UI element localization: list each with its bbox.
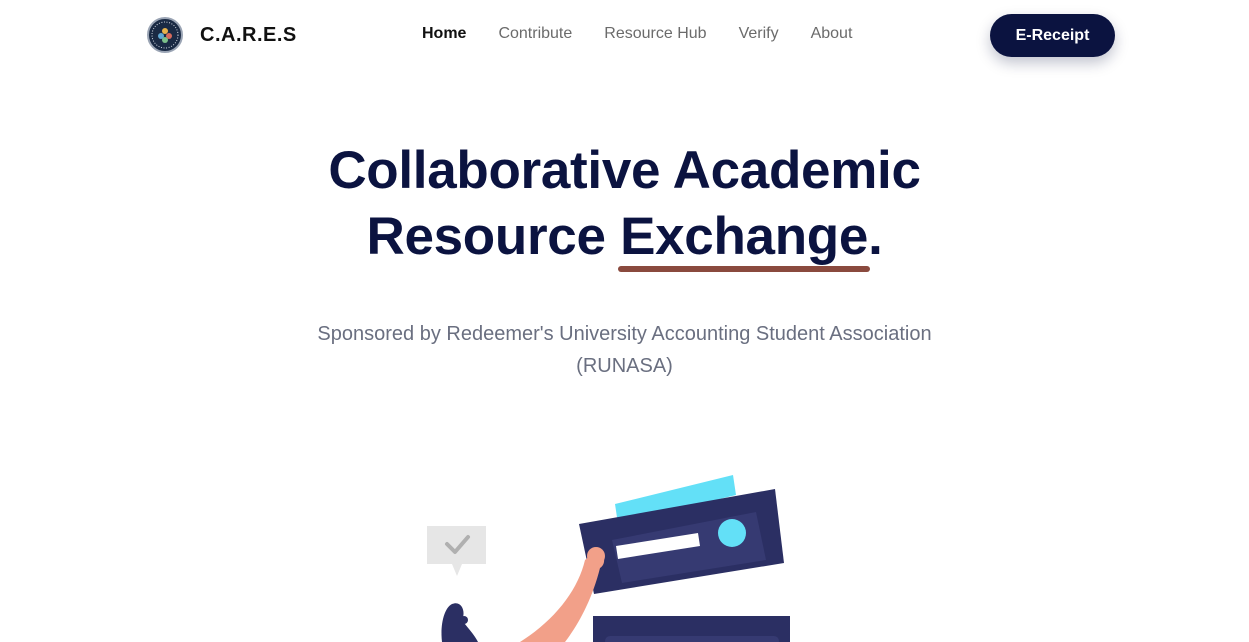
- hero-illustration: [400, 460, 820, 642]
- page: C.A.R.E.S Home Contribute Resource Hub V…: [0, 0, 1249, 642]
- hero-underline: [618, 266, 871, 272]
- nav-verify[interactable]: Verify: [739, 25, 779, 43]
- hero-title-highlight: Exchange: [618, 204, 871, 272]
- brand-link[interactable]: C.A.R.E.S: [147, 17, 297, 53]
- nav-about[interactable]: About: [811, 25, 853, 43]
- nav-home[interactable]: Home: [422, 25, 466, 43]
- hero-highlight-text: Exchange: [620, 207, 869, 266]
- main-nav: Home Contribute Resource Hub Verify Abou…: [422, 25, 884, 43]
- card-illustration: [579, 475, 790, 642]
- hero-subtitle-line-1: Sponsored by Redeemer's University Accou…: [317, 323, 932, 345]
- hero-subtitle-line-2: (RUNASA): [576, 355, 673, 377]
- hero-title-line-2: Resource Exchange.: [0, 204, 1249, 272]
- hero-title-line-1: Collaborative Academic: [328, 141, 921, 200]
- navbar: C.A.R.E.S Home Contribute Resource Hub V…: [0, 0, 1249, 70]
- hero-title-prefix: Resource: [366, 207, 621, 266]
- check-speech-bubble-icon: [427, 526, 486, 576]
- e-receipt-button[interactable]: E-Receipt: [990, 14, 1115, 57]
- hero-title: Collaborative Academic Resource Exchange…: [0, 138, 1249, 272]
- hero-title-suffix: .: [868, 207, 883, 266]
- nav-contribute[interactable]: Contribute: [498, 25, 572, 43]
- nav-resource-hub[interactable]: Resource Hub: [604, 25, 706, 43]
- card-indicator-dot: [718, 519, 746, 547]
- hero-subtitle: Sponsored by Redeemer's University Accou…: [0, 318, 1249, 382]
- brand-name: C.A.R.E.S: [200, 23, 297, 46]
- brand-logo-icon: [147, 17, 183, 53]
